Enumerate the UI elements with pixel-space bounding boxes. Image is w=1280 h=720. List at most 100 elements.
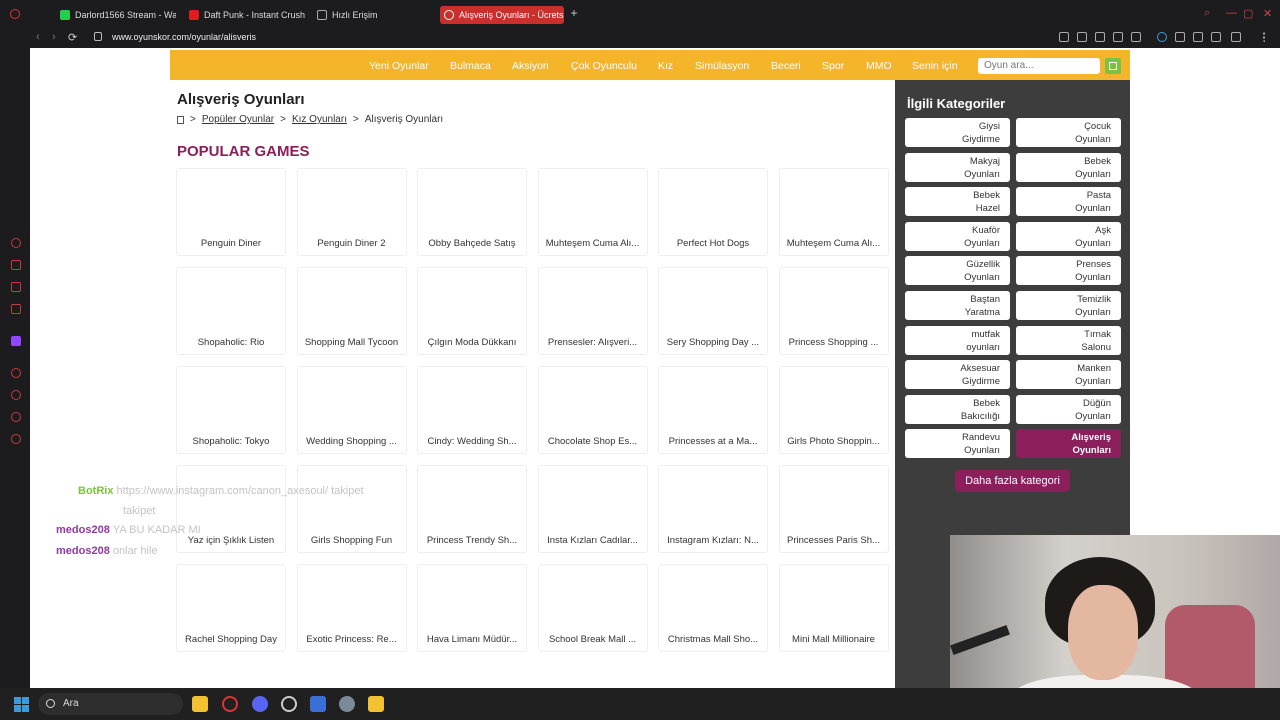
game-card[interactable]: School Break Mall ...	[537, 564, 648, 652]
game-search-input[interactable]: Oyun ara...	[978, 58, 1100, 74]
discord-icon[interactable]	[252, 696, 268, 712]
new-tab-button[interactable]: +	[567, 6, 581, 20]
taskbar-search[interactable]: Ara	[38, 693, 183, 715]
category-button[interactable]: Makyaj Oyunları	[905, 152, 1010, 182]
nav-mmo[interactable]: MMO	[866, 60, 892, 72]
game-card[interactable]: Princesses at a Ma...	[658, 366, 768, 454]
category-button[interactable]: Bebek Oyunları	[1016, 152, 1121, 182]
nav-simulation[interactable]: Simülasyon	[695, 60, 749, 72]
game-card[interactable]: Princess Shopping ...	[778, 267, 889, 355]
game-card[interactable]: Girls Shopping Fun	[296, 465, 407, 553]
category-button[interactable]: Alışveriş Oyunları	[1016, 429, 1121, 459]
game-card[interactable]: Obby Bahçede Satış	[417, 168, 527, 256]
category-button[interactable]: Aksesuar Giydirme	[905, 360, 1010, 390]
category-button[interactable]: Güzellik Oyunları	[905, 256, 1010, 286]
game-card[interactable]: Girls Photo Shoppin...	[778, 366, 889, 454]
extensions-icon[interactable]	[1175, 32, 1185, 42]
history-icon[interactable]	[11, 390, 21, 400]
game-card[interactable]: Sery Shopping Day ...	[658, 267, 768, 355]
heart-icon[interactable]	[1131, 32, 1141, 42]
settings-taskbar-icon[interactable]	[339, 696, 355, 712]
nav-new-games[interactable]: Yeni Oyunlar	[369, 60, 429, 72]
nav-girl[interactable]: Kız	[658, 60, 673, 72]
breadcrumb-girl-games[interactable]: Kız Oyunları	[292, 114, 347, 125]
category-button[interactable]: Tırnak Salonu	[1016, 325, 1121, 355]
url-field[interactable]: www.oyunskor.com/oyunlar/alisveris	[112, 32, 256, 42]
browser-icon[interactable]	[310, 696, 326, 712]
nav-sports[interactable]: Spor	[822, 60, 844, 72]
share-icon[interactable]	[1193, 32, 1203, 42]
download-icon[interactable]	[1211, 32, 1221, 42]
game-card[interactable]: Çılgın Moda Dükkanı	[417, 267, 527, 355]
category-button[interactable]: Düğün Oyunları	[1016, 394, 1121, 424]
workspace-icon[interactable]	[11, 260, 21, 270]
category-button[interactable]: Bebek Bakıcılığı	[905, 394, 1010, 424]
game-card[interactable]: Muhteşem Cuma Alı...	[537, 168, 648, 256]
wallet-icon[interactable]	[11, 282, 21, 292]
opera-logo-icon[interactable]	[10, 9, 20, 19]
maximize-button[interactable]: ▢	[1243, 7, 1253, 20]
game-card[interactable]: Princess Trendy Sh...	[417, 465, 527, 553]
game-card[interactable]: Insta Kızları Cadılar...	[537, 465, 648, 553]
game-card[interactable]: Chocolate Shop Es...	[537, 366, 648, 454]
game-card[interactable]: Penguin Diner	[176, 168, 286, 256]
category-button[interactable]: Temizlik Oyunları	[1016, 291, 1121, 320]
close-button[interactable]: ✕	[1263, 7, 1272, 20]
vpn-icon[interactable]	[1157, 32, 1167, 42]
forward-icon[interactable]: ›	[52, 31, 56, 43]
category-button[interactable]: Baştan Yaratma	[905, 291, 1010, 320]
aria-icon[interactable]	[11, 238, 21, 248]
category-button[interactable]: mutfak oyunları	[905, 325, 1010, 355]
extensions-side-icon[interactable]	[11, 412, 21, 422]
category-button[interactable]: Randevu Oyunları	[905, 429, 1010, 459]
category-button[interactable]: Bebek Hazel	[905, 187, 1010, 217]
player-icon[interactable]	[11, 368, 21, 378]
tab-2[interactable]: Daft Punk - Instant Crush	[185, 6, 305, 24]
back-icon[interactable]: ‹	[36, 31, 40, 43]
ai-icon[interactable]	[1231, 32, 1241, 42]
opera-taskbar-icon[interactable]	[222, 696, 238, 712]
loading-icon[interactable]: ⟳	[68, 31, 77, 44]
more-categories-button[interactable]: Daha fazla kategori	[955, 470, 1070, 492]
minimize-button[interactable]: —	[1226, 7, 1237, 19]
tab-4-active[interactable]: Alışveriş Oyunları - Ücrets	[440, 6, 564, 24]
game-card[interactable]: Shopaholic: Tokyo	[176, 366, 286, 454]
nav-skill[interactable]: Beceri	[771, 60, 801, 72]
file-explorer-icon[interactable]	[192, 696, 208, 712]
category-button[interactable]: Pasta Oyunları	[1016, 187, 1121, 217]
game-card[interactable]: Instagram Kızları: N...	[658, 465, 768, 553]
category-button[interactable]: Prenses Oyunları	[1016, 256, 1121, 286]
bookmark-icon[interactable]	[1059, 32, 1069, 42]
nav-multiplayer[interactable]: Çok Oyunculu	[571, 60, 637, 72]
app-icon[interactable]	[281, 696, 297, 712]
kick-taskbar-icon[interactable]	[368, 696, 384, 712]
game-card[interactable]: Penguin Diner 2	[296, 168, 407, 256]
search-tabs-icon[interactable]: ⌕	[1204, 7, 1210, 20]
game-card[interactable]: Hava Limanı Müdür...	[417, 564, 527, 652]
game-card[interactable]: Shopaholic: Rio	[176, 267, 286, 355]
shield-icon[interactable]	[1095, 32, 1105, 42]
game-card[interactable]: Yaz için Şıklık Listen	[176, 465, 286, 553]
category-button[interactable]: Çocuk Oyunları	[1016, 118, 1121, 147]
windows-start-icon[interactable]	[14, 697, 29, 712]
snapshot-icon[interactable]	[1077, 32, 1087, 42]
category-button[interactable]: Aşk Oyunları	[1016, 221, 1121, 251]
search-button[interactable]	[1105, 58, 1121, 74]
game-card[interactable]: Princesses Paris Sh...	[778, 465, 889, 553]
game-card[interactable]: Cindy: Wedding Sh...	[417, 366, 527, 454]
tab-1[interactable]: Darlord1566 Stream - Wat	[56, 6, 176, 24]
play-icon[interactable]	[1113, 32, 1123, 42]
nav-action[interactable]: Aksiyon	[512, 60, 549, 72]
nav-for-you[interactable]: Senin için	[912, 60, 958, 72]
nav-puzzle[interactable]: Bulmaca	[450, 60, 491, 72]
game-card[interactable]: Rachel Shopping Day	[176, 564, 286, 652]
breadcrumb-popular[interactable]: Popüler Oyunlar	[202, 114, 274, 125]
game-card[interactable]: Muhteşem Cuma Alı...	[778, 168, 889, 256]
game-card[interactable]: Shopping Mall Tycoon	[296, 267, 407, 355]
game-card[interactable]: Mini Mall Millionaire	[778, 564, 889, 652]
game-card[interactable]: Wedding Shopping ...	[296, 366, 407, 454]
game-card[interactable]: Prensesler: Alışveri...	[537, 267, 648, 355]
category-button[interactable]: Manken Oyunları	[1016, 360, 1121, 390]
mail-icon[interactable]	[11, 304, 21, 314]
menu-icon[interactable]	[1263, 32, 1273, 42]
